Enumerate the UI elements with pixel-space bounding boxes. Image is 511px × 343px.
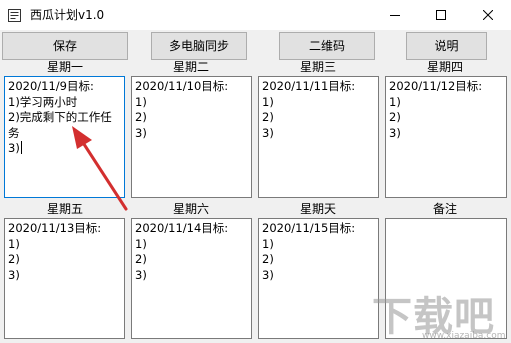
- multi-computer-sync-button[interactable]: 多电脑同步: [151, 32, 247, 60]
- wednesday-note-text: 2020/11/11目标: 1) 2) 3): [262, 79, 356, 140]
- day-label-wednesday: 星期三: [299, 60, 336, 74]
- close-icon: [483, 10, 493, 20]
- app-icon: [8, 9, 21, 22]
- day-label-thursday: 星期四: [426, 60, 463, 74]
- day-label-friday: 星期五: [46, 202, 83, 216]
- tuesday-note[interactable]: 2020/11/10目标: 1) 2) 3): [131, 76, 252, 198]
- remarks-note[interactable]: [385, 218, 507, 339]
- day-label-monday: 星期一: [46, 60, 83, 74]
- thursday-note[interactable]: 2020/11/12目标: 1) 2) 3): [385, 76, 507, 198]
- text-caret: [20, 141, 22, 154]
- minimize-icon: [390, 15, 400, 16]
- window-title: 西瓜计划v1.0: [30, 8, 105, 22]
- sunday-note[interactable]: 2020/11/15目标: 1) 2) 3): [258, 218, 379, 339]
- saturday-note[interactable]: 2020/11/14目标: 1) 2) 3): [131, 218, 252, 339]
- monday-note-text: 2020/11/9目标: 1)学习两小时 2)完成剩下的工作任务 3): [8, 79, 112, 155]
- saturday-note-text: 2020/11/14目标: 1) 2) 3): [135, 221, 229, 282]
- close-button[interactable]: [465, 0, 511, 30]
- thursday-note-text: 2020/11/12目标: 1) 2) 3): [389, 79, 483, 140]
- app-window: 西瓜计划v1.0 保存 多电脑同步 二维码 说明 星期一 星期二 星期三 星期四…: [0, 0, 511, 343]
- minimize-button[interactable]: [372, 0, 418, 30]
- day-label-sunday: 星期天: [299, 202, 336, 216]
- sunday-note-text: 2020/11/15目标: 1) 2) 3): [262, 221, 356, 282]
- day-label-tuesday: 星期二: [172, 60, 209, 74]
- qrcode-button[interactable]: 二维码: [279, 32, 375, 60]
- maximize-button[interactable]: [418, 0, 464, 30]
- day-label-saturday: 星期六: [172, 202, 209, 216]
- help-button[interactable]: 说明: [406, 32, 487, 60]
- maximize-icon: [436, 10, 446, 20]
- wednesday-note[interactable]: 2020/11/11目标: 1) 2) 3): [258, 76, 379, 198]
- tuesday-note-text: 2020/11/10目标: 1) 2) 3): [135, 79, 229, 140]
- friday-note-text: 2020/11/13目标: 1) 2) 3): [8, 221, 102, 282]
- monday-note[interactable]: 2020/11/9目标: 1)学习两小时 2)完成剩下的工作任务 3): [4, 76, 125, 198]
- title-bar: 西瓜计划v1.0: [0, 0, 511, 30]
- notes-label: 备注: [432, 202, 457, 216]
- friday-note[interactable]: 2020/11/13目标: 1) 2) 3): [4, 218, 125, 339]
- save-button[interactable]: 保存: [2, 32, 128, 60]
